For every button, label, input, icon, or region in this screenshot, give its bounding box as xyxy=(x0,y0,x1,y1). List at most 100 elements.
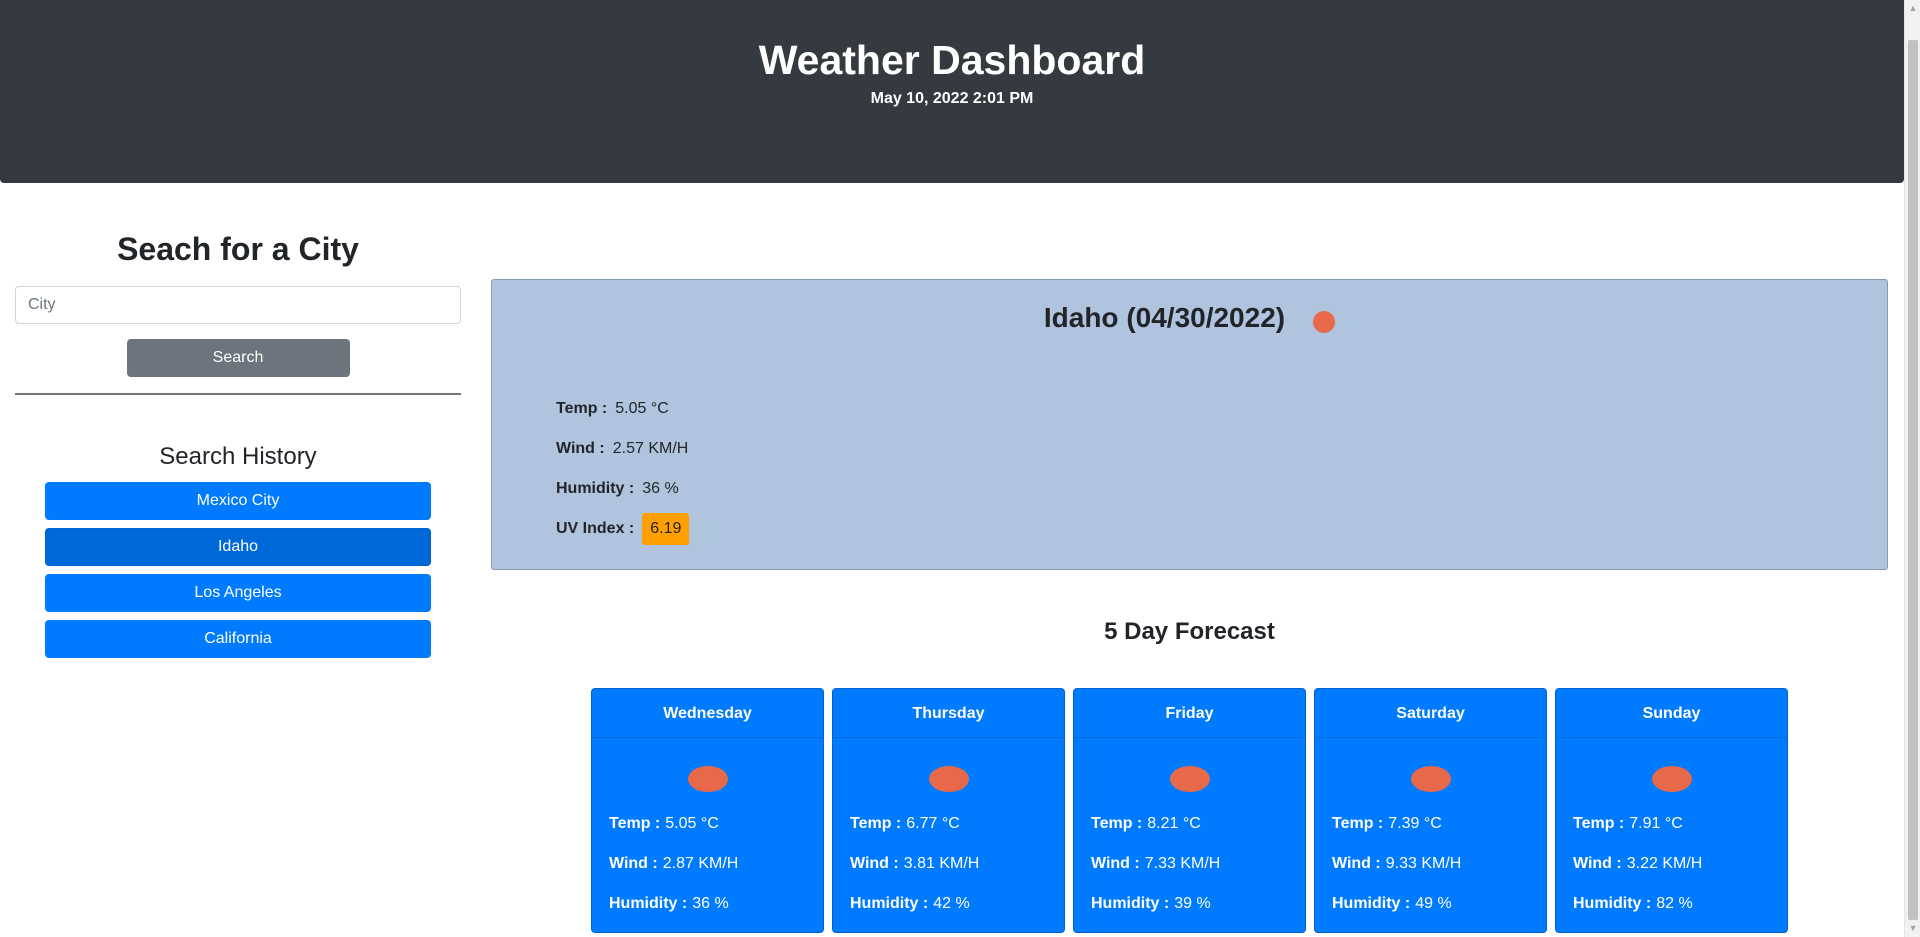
wind-label: Wind : xyxy=(556,440,605,457)
humidity-label: Humidity : xyxy=(1573,895,1652,912)
wind-value: 3.22 KM/H xyxy=(1626,855,1703,872)
humidity-value: 39 % xyxy=(1174,895,1211,912)
history-item-idaho[interactable]: Idaho xyxy=(45,528,431,566)
wind-label: Wind : xyxy=(1332,855,1381,872)
page: Weather Dashboard May 10, 2022 2:01 PM ▲… xyxy=(0,0,1920,937)
temp-value: 5.05 °C xyxy=(665,815,719,832)
forecast-day: Friday xyxy=(1074,689,1305,738)
forecast-humidity-row: Humidity :36 % xyxy=(609,884,823,924)
weather-icon xyxy=(928,766,969,792)
wind-value: 9.33 KM/H xyxy=(1385,855,1462,872)
humidity-value: 36 % xyxy=(642,480,679,497)
search-title: Seach for a City xyxy=(117,231,359,267)
weather-icon xyxy=(1313,311,1336,333)
humidity-label: Humidity : xyxy=(1332,895,1411,912)
temp-value: 8.21 °C xyxy=(1147,815,1201,832)
search-history-list: Mexico City Idaho Los Angeles California xyxy=(45,482,431,658)
humidity-label: Humidity : xyxy=(556,480,635,497)
forecast-wind-row: Wind :3.22 KM/H xyxy=(1573,844,1787,884)
humidity-value: 36 % xyxy=(692,895,729,912)
scroll-down-icon[interactable]: ▼ xyxy=(1905,920,1920,937)
wind-value: 7.33 KM/H xyxy=(1144,855,1221,872)
wind-value: 3.81 KM/H xyxy=(903,855,980,872)
humidity-value: 42 % xyxy=(933,895,970,912)
forecast-day: Saturday xyxy=(1315,689,1546,738)
scroll-up-icon[interactable]: ▲ xyxy=(1905,0,1920,17)
forecast-humidity-row: Humidity :82 % xyxy=(1573,884,1787,924)
wind-value: 2.87 KM/H xyxy=(662,855,739,872)
wind-label: Wind : xyxy=(1091,855,1140,872)
forecast-wind-row: Wind :9.33 KM/H xyxy=(1332,844,1546,884)
temp-label: Temp : xyxy=(556,400,608,417)
weather-icon xyxy=(687,766,728,792)
forecast-card-friday: Friday Temp :8.21 °C Wind :7.33 KM/H Hum… xyxy=(1073,688,1306,933)
forecast-stats: Temp :7.39 °C Wind :9.33 KM/H Humidity :… xyxy=(1315,804,1546,924)
forecast-stats: Temp :6.77 °C Wind :3.81 KM/H Humidity :… xyxy=(833,804,1064,924)
temp-label: Temp : xyxy=(850,815,902,832)
humidity-value: 82 % xyxy=(1656,895,1693,912)
forecast-stats: Temp :7.91 °C Wind :3.22 KM/H Humidity :… xyxy=(1556,804,1787,924)
forecast-card-thursday: Thursday Temp :6.77 °C Wind :3.81 KM/H H… xyxy=(832,688,1065,933)
forecast-title: 5 Day Forecast xyxy=(1104,618,1275,645)
forecast-temp-row: Temp :7.39 °C xyxy=(1332,804,1546,844)
page-header: Weather Dashboard May 10, 2022 2:01 PM xyxy=(0,0,1904,183)
forecast-temp-row: Temp :8.21 °C xyxy=(1091,804,1305,844)
current-city-title: Idaho (04/30/2022) xyxy=(1043,302,1286,333)
forecast-card-sunday: Sunday Temp :7.91 °C Wind :3.22 KM/H Hum… xyxy=(1555,688,1788,933)
scroll-thumb[interactable] xyxy=(1908,40,1918,920)
forecast-card-saturday: Saturday Temp :7.39 °C Wind :9.33 KM/H H… xyxy=(1314,688,1547,933)
current-humidity-row: Humidity : 36 % xyxy=(556,469,689,509)
sidebar-divider xyxy=(15,393,461,395)
current-wind-row: Wind : 2.57 KM/H xyxy=(556,429,689,469)
forecast-cards: Wednesday Temp :5.05 °C Wind :2.87 KM/H … xyxy=(591,688,1796,933)
forecast-temp-row: Temp :7.91 °C xyxy=(1573,804,1787,844)
temp-value: 7.39 °C xyxy=(1388,815,1442,832)
humidity-label: Humidity : xyxy=(850,895,929,912)
city-search-input[interactable] xyxy=(15,286,461,324)
temp-label: Temp : xyxy=(1091,815,1143,832)
forecast-temp-row: Temp :6.77 °C xyxy=(850,804,1064,844)
history-item-los-angeles[interactable]: Los Angeles xyxy=(45,574,431,612)
wind-value: 2.57 KM/H xyxy=(612,440,689,457)
forecast-humidity-row: Humidity :49 % xyxy=(1332,884,1546,924)
forecast-humidity-row: Humidity :39 % xyxy=(1091,884,1305,924)
weather-icon xyxy=(1651,766,1692,792)
forecast-wind-row: Wind :2.87 KM/H xyxy=(609,844,823,884)
forecast-stats: Temp :5.05 °C Wind :2.87 KM/H Humidity :… xyxy=(592,804,823,924)
wind-label: Wind : xyxy=(850,855,899,872)
forecast-card-wednesday: Wednesday Temp :5.05 °C Wind :2.87 KM/H … xyxy=(591,688,824,933)
temp-value: 7.91 °C xyxy=(1629,815,1683,832)
forecast-day: Thursday xyxy=(833,689,1064,738)
weather-icon xyxy=(1410,766,1451,792)
temp-label: Temp : xyxy=(1573,815,1625,832)
search-button[interactable]: Search xyxy=(126,339,350,377)
forecast-temp-row: Temp :5.05 °C xyxy=(609,804,823,844)
forecast-day: Sunday xyxy=(1556,689,1787,738)
current-weather-stats: Temp : 5.05 °C Wind : 2.57 KM/H Humidity… xyxy=(556,389,690,549)
forecast-wind-row: Wind :3.81 KM/H xyxy=(850,844,1064,884)
temp-label: Temp : xyxy=(1332,815,1384,832)
wind-label: Wind : xyxy=(609,855,658,872)
vertical-scrollbar[interactable]: ▲ ▼ xyxy=(1904,0,1920,937)
uv-label: UV Index : xyxy=(556,520,635,537)
humidity-value: 49 % xyxy=(1415,895,1452,912)
temp-value: 5.05 °C xyxy=(615,400,669,417)
current-weather-header: Idaho (04/30/2022) xyxy=(492,300,1887,336)
history-item-california[interactable]: California xyxy=(45,620,431,658)
temp-label: Temp : xyxy=(609,815,661,832)
search-history-title: Search History xyxy=(159,443,317,470)
forecast-day: Wednesday xyxy=(592,689,823,738)
humidity-label: Humidity : xyxy=(609,895,688,912)
temp-value: 6.77 °C xyxy=(906,815,960,832)
current-datetime: May 10, 2022 2:01 PM xyxy=(870,90,1034,107)
wind-label: Wind : xyxy=(1573,855,1622,872)
forecast-wind-row: Wind :7.33 KM/H xyxy=(1091,844,1305,884)
weather-icon xyxy=(1169,766,1210,792)
search-sidebar: Seach for a City Search Search History M… xyxy=(15,225,461,666)
current-uv-row: UV Index : 6.19 xyxy=(556,509,690,549)
humidity-label: Humidity : xyxy=(1091,895,1170,912)
history-item-mexico-city[interactable]: Mexico City xyxy=(45,482,431,520)
current-weather-panel: Idaho (04/30/2022) Temp : 5.05 °C Wind :… xyxy=(491,279,1888,570)
current-temp-row: Temp : 5.05 °C xyxy=(556,389,689,429)
forecast-humidity-row: Humidity :42 % xyxy=(850,884,1064,924)
